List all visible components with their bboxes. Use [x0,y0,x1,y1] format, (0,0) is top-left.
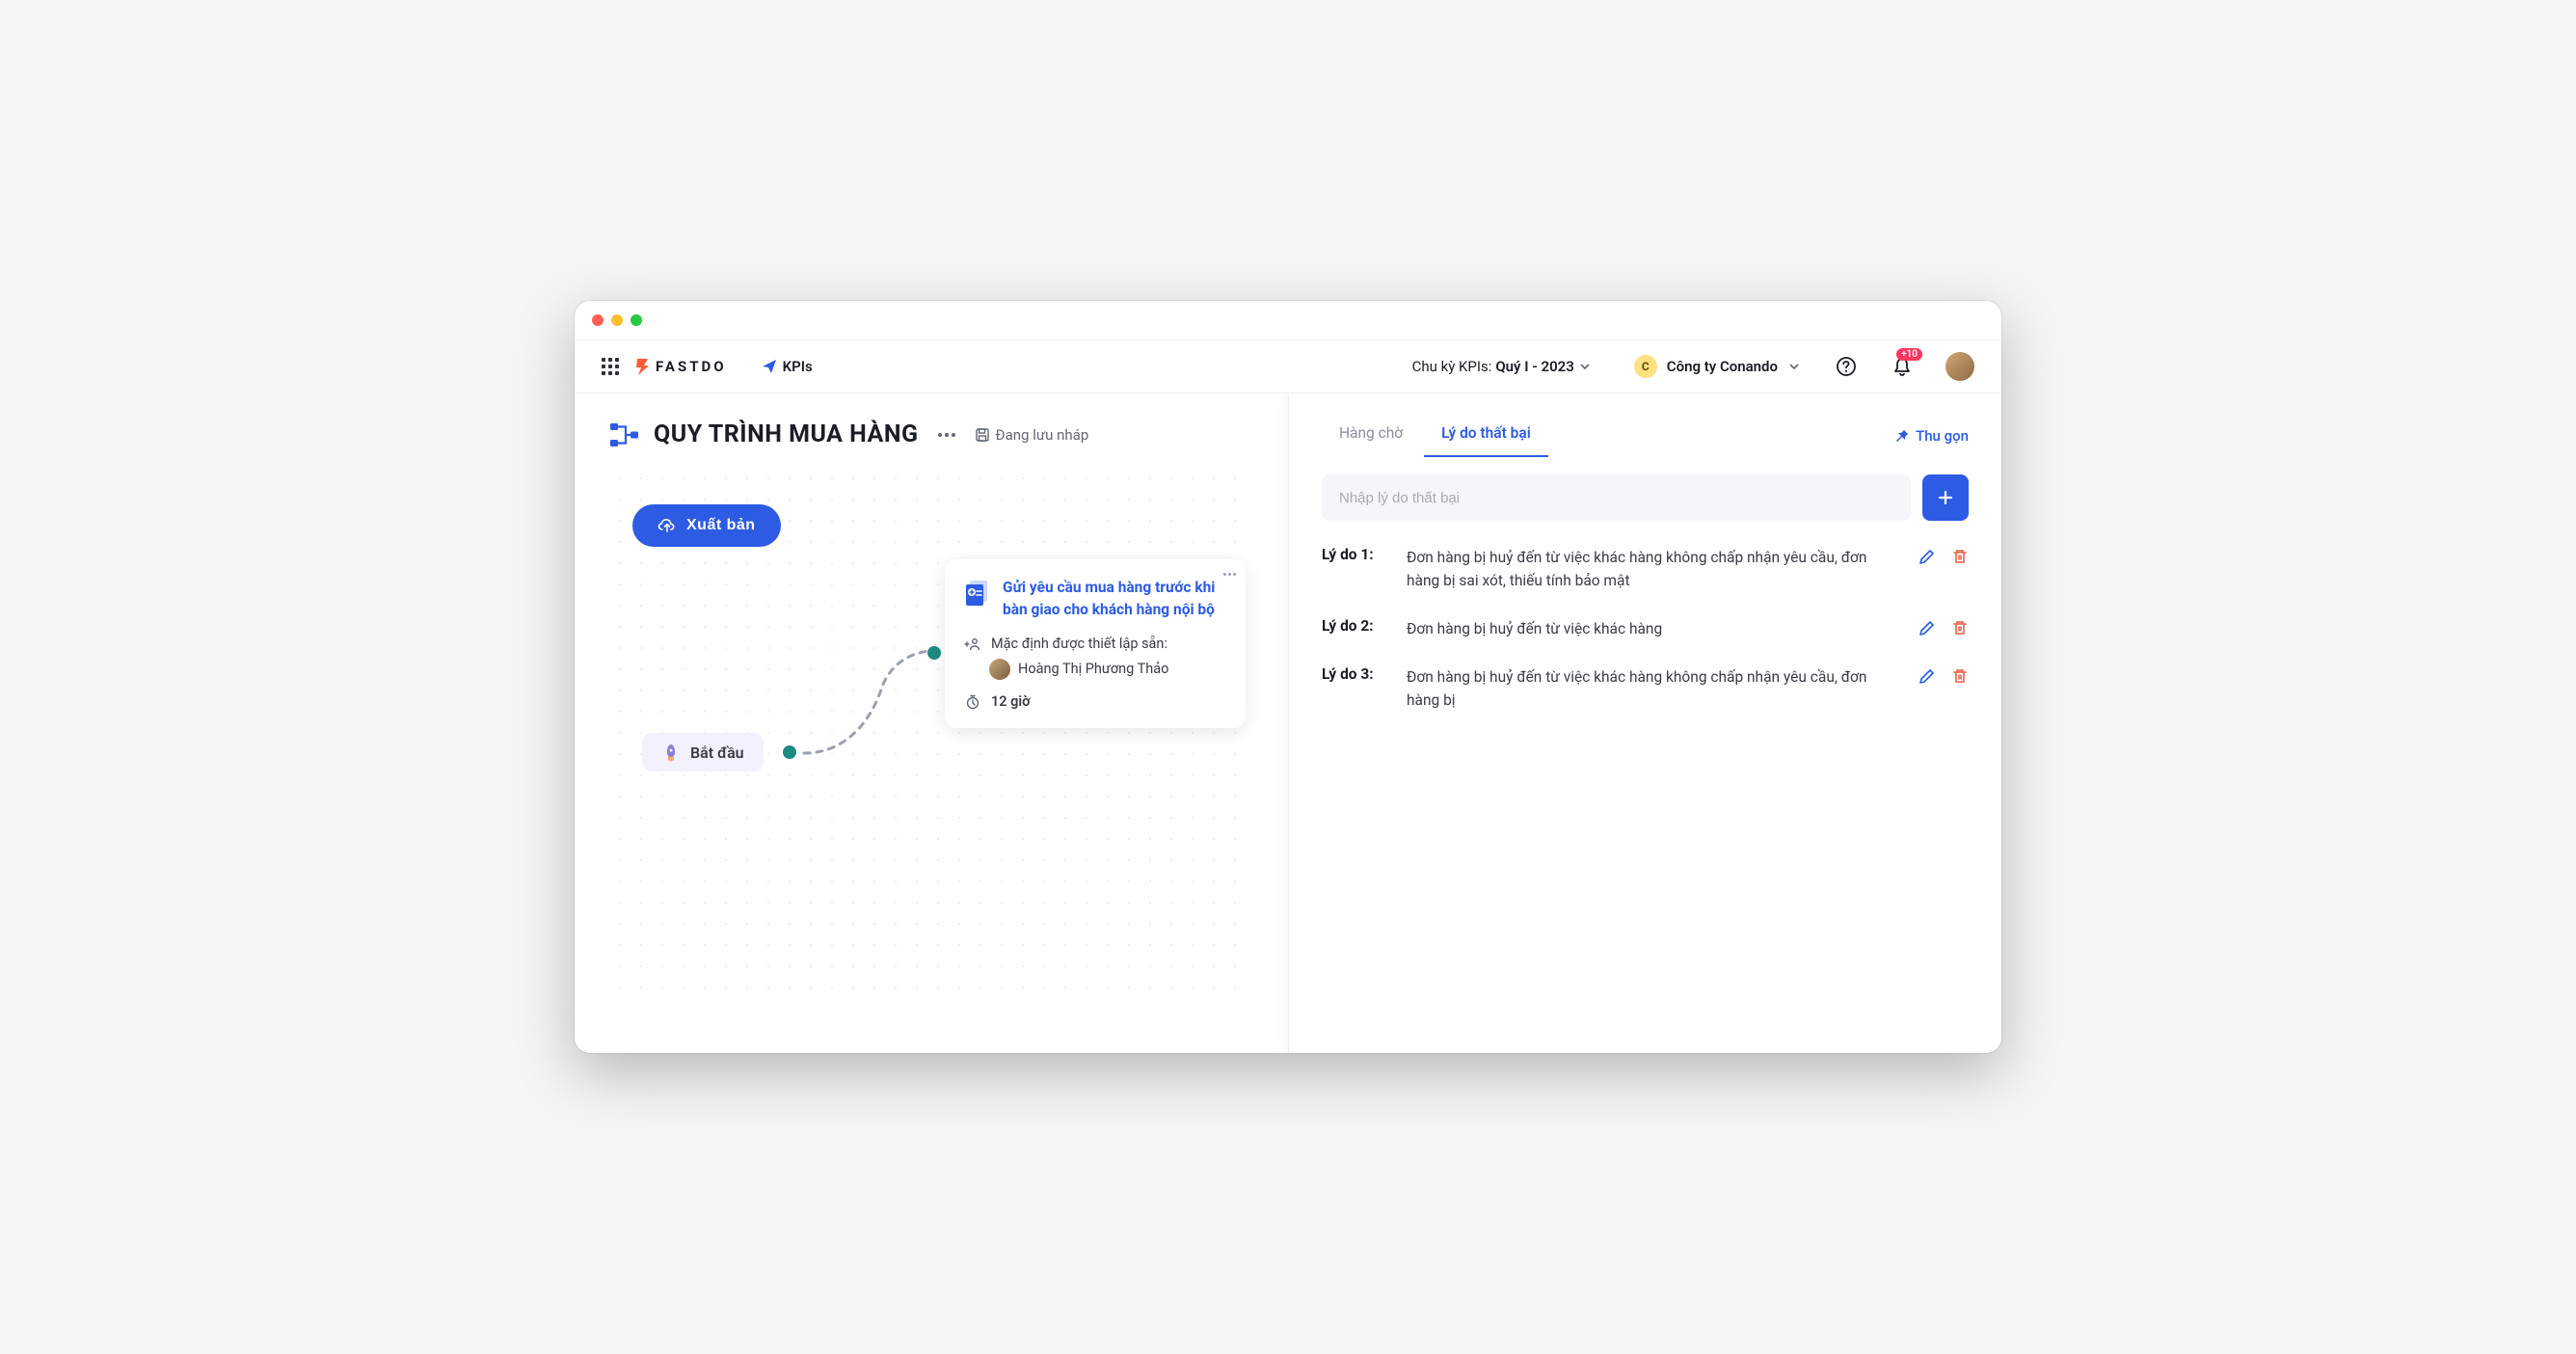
window-titlebar [575,301,2001,339]
draft-label: Đang lưu nháp [996,426,1089,444]
window-minimize[interactable] [611,314,623,326]
send-icon [762,359,777,374]
default-label: Mặc định được thiết lập sẵn: [991,636,1167,652]
pin-icon [1894,428,1910,444]
delete-icon[interactable] [1951,548,1969,565]
rocket-icon [661,743,681,762]
apps-menu-icon[interactable] [602,358,619,375]
app-label: KPIs [783,358,813,375]
cycle-label: Chu kỳ KPIs: [1412,358,1492,375]
brand-name: FASTDO [656,358,727,375]
side-panel: Hàng chờ Lý do thất bại Thu gọn Lý do 1:… [1288,393,2001,1053]
cycle-value: Quý I - 2023 [1495,358,1573,375]
reason-text: Đơn hàng bị huỷ đến từ việc khác hàng [1407,617,1901,640]
step-card[interactable]: Gửi yêu cầu mua hàng trước khi bàn giao … [945,559,1246,728]
main-content: QUY TRÌNH MUA HÀNG Đang lưu nháp Xuất bả… [575,393,2001,1053]
timer-icon [964,693,981,711]
delete-icon[interactable] [1951,667,1969,685]
org-badge: C [1634,355,1657,378]
step-duration-row: 12 giờ [964,693,1226,711]
draft-status: Đang lưu nháp [975,426,1089,444]
workflow-icon [609,421,640,448]
collapse-label: Thu gọn [1916,427,1969,445]
notifications-button[interactable]: +10 [1892,356,1913,377]
step-title: Gửi yêu cầu mua hàng trước khi bàn giao … [1003,577,1226,622]
fastdo-icon [634,357,650,376]
app-header: FASTDO KPIs Chu kỳ KPIs: Quý I - 2023 C … [575,339,2001,393]
reason-text: Đơn hàng bị huỷ đến từ việc khác hàng kh… [1407,546,1901,592]
reason-text: Đơn hàng bị huỷ đến từ việc khác hàng kh… [1407,665,1901,712]
org-name: Công ty Conando [1667,358,1778,375]
help-button[interactable] [1836,356,1857,377]
edit-icon[interactable] [1919,619,1936,636]
add-reason-button[interactable] [1922,474,1969,521]
window-close[interactable] [592,314,604,326]
reason-item: Lý do 3: Đơn hàng bị huỷ đến từ việc khá… [1322,665,1969,712]
reasons-list: Lý do 1: Đơn hàng bị huỷ đến từ việc khá… [1322,546,1969,712]
connector-path [794,641,949,767]
publish-label: Xuất bản [686,517,756,534]
reason-item: Lý do 2: Đơn hàng bị huỷ đến từ việc khá… [1322,617,1969,640]
collapse-button[interactable]: Thu gọn [1894,427,1969,445]
notification-badge: +10 [1896,348,1922,361]
user-avatar[interactable] [1945,352,1974,381]
page-title: QUY TRÌNH MUA HÀNG [654,420,919,448]
panel-header: Hàng chờ Lý do thất bại Thu gọn [1322,415,1969,457]
reason-label: Lý do 3: [1322,665,1389,683]
step-more-button[interactable] [1223,573,1236,576]
app-window: FASTDO KPIs Chu kỳ KPIs: Quý I - 2023 C … [575,301,2001,1053]
publish-button[interactable]: Xuất bản [632,504,781,547]
cloud-upload-icon [657,516,677,535]
assignee-avatar [989,659,1010,680]
edit-icon[interactable] [1919,667,1936,685]
chevron-down-icon [1787,360,1801,373]
delete-icon[interactable] [1951,619,1969,636]
step-assignee: Hoàng Thị Phương Thảo [964,659,1226,680]
people-icon [964,636,981,653]
reason-label: Lý do 2: [1322,617,1389,635]
org-selector[interactable]: C Công ty Conando [1634,355,1801,378]
assignee-name: Hoàng Thị Phương Thảo [1018,661,1168,677]
reason-label: Lý do 1: [1322,546,1389,563]
reason-input[interactable] [1322,474,1911,521]
start-node[interactable]: Bắt đầu [642,733,764,772]
panel-tabs: Hàng chờ Lý do thất bại [1322,415,1548,457]
save-icon [975,427,990,443]
cycle-selector[interactable]: Chu kỳ KPIs: Quý I - 2023 [1412,358,1592,375]
edit-icon[interactable] [1919,548,1936,565]
window-maximize[interactable] [631,314,642,326]
form-add-icon [964,579,991,606]
connector-dot-step[interactable] [927,646,941,660]
chevron-down-icon [1578,360,1592,373]
plus-icon [1937,489,1954,506]
page-more-button[interactable] [932,427,961,443]
tab-fail-reasons[interactable]: Lý do thất bại [1424,415,1548,457]
brand-logo[interactable]: FASTDO [634,357,727,376]
reason-item: Lý do 1: Đơn hàng bị huỷ đến từ việc khá… [1322,546,1969,592]
tab-queue[interactable]: Hàng chờ [1322,415,1420,457]
app-name[interactable]: KPIs [762,358,813,375]
step-default-row: Mặc định được thiết lập sẵn: [964,636,1226,653]
page-title-row: QUY TRÌNH MUA HÀNG Đang lưu nháp [609,420,1253,448]
duration-value: 12 giờ [991,693,1031,710]
workflow-canvas[interactable]: Xuất bản Bắt đầu [609,468,1253,988]
workflow-canvas-pane: QUY TRÌNH MUA HÀNG Đang lưu nháp Xuất bả… [575,393,1288,1053]
reason-input-row [1322,474,1969,521]
start-label: Bắt đầu [690,744,744,762]
